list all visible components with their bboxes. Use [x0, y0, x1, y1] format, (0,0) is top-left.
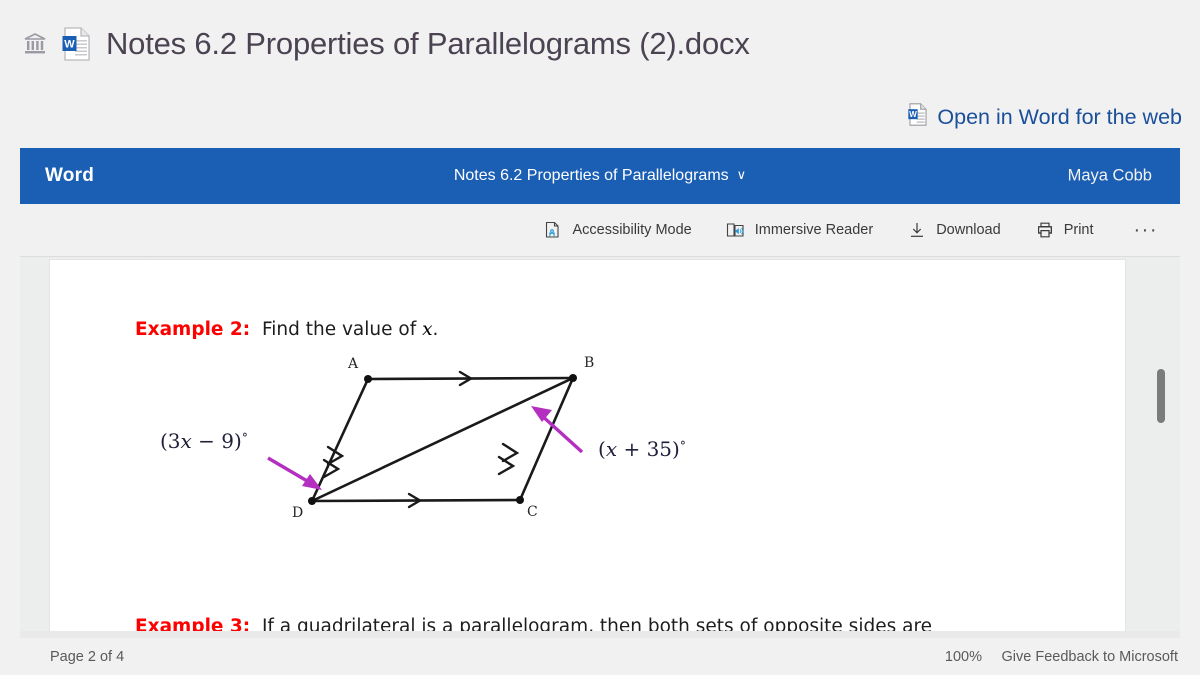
side-ad: [310, 377, 370, 503]
zoom-level[interactable]: 100%: [945, 649, 982, 665]
vertex-label-d: D: [292, 505, 304, 521]
example-2-heading: Example 2: Find the value of x.: [135, 318, 438, 340]
vertex-d-dot: [308, 497, 316, 505]
print-label: Print: [1063, 222, 1094, 238]
angle-right-op: + 35): [617, 437, 680, 461]
accessibility-mode-button[interactable]: Accessibility Mode: [543, 220, 692, 240]
status-bar: Page 2 of 4 100% Give Feedback to Micros…: [0, 638, 1200, 675]
example-2-text-before: Find the value of: [261, 319, 423, 340]
page-indicator: Page 2 of 4: [50, 648, 125, 665]
svg-text:W: W: [64, 39, 75, 51]
vertical-scrollbar[interactable]: [1154, 257, 1170, 634]
user-name-label[interactable]: Maya Cobb: [1068, 167, 1152, 186]
museum-bank-icon: [22, 31, 48, 57]
immersive-reader-button[interactable]: Immersive Reader: [726, 220, 873, 240]
immersive-reader-icon: [726, 220, 746, 240]
svg-text:W: W: [910, 110, 918, 119]
print-icon: [1035, 220, 1055, 240]
immersive-reader-label: Immersive Reader: [754, 222, 874, 238]
open-in-word-label: Open in Word for the web: [937, 104, 1182, 129]
side-bc: [518, 376, 575, 502]
tick-marker-bc-1: [501, 442, 520, 463]
angle-left-degree: °: [241, 431, 248, 445]
horizontal-scrollbar-thumb[interactable]: [44, 631, 384, 638]
download-icon: [907, 220, 927, 240]
angle-right-open: (: [598, 437, 606, 461]
angle-left-open: (3: [160, 429, 181, 453]
chevron-down-icon: ∨: [736, 167, 747, 182]
word-document-icon: W: [908, 103, 928, 131]
word-brand-label[interactable]: Word: [45, 165, 94, 187]
parallelogram-diagram: A B C D (3x − 9)° (x + 35)°: [150, 352, 730, 532]
window-titlebar: W Notes 6.2 Properties of Parallelograms…: [0, 0, 1200, 88]
horizontal-scrollbar[interactable]: [20, 631, 1180, 638]
vertex-b-dot: [569, 374, 577, 382]
angle-left-variable: x: [180, 429, 192, 453]
document-title-label: Notes 6.2 Properties of Parallelograms: [453, 167, 729, 184]
accessibility-mode-label: Accessibility Mode: [572, 222, 692, 238]
word-online-viewer: W Notes 6.2 Properties of Parallelograms…: [0, 0, 1200, 675]
angle-label-left: (3x − 9)°: [160, 429, 248, 453]
print-button[interactable]: Print: [1035, 220, 1094, 240]
example-2-text-after: .: [432, 319, 439, 340]
download-button[interactable]: Download: [907, 220, 1001, 240]
example-2-variable: x: [422, 319, 433, 340]
vertex-c-dot: [516, 496, 524, 504]
angle-right-degree: °: [679, 439, 686, 453]
accessibility-mode-icon: [543, 220, 563, 240]
download-label: Download: [936, 222, 1001, 238]
vertex-a-dot: [364, 375, 372, 383]
annotation-arrow-left: [267, 456, 322, 490]
angle-label-right: (x + 35)°: [598, 437, 686, 461]
example-2-tag: Example 2:: [135, 319, 251, 340]
page-title: Notes 6.2 Properties of Parallelograms (…: [106, 26, 750, 61]
word-app-bar: Word Notes 6.2 Properties of Parallelogr…: [20, 148, 1180, 204]
give-feedback-link[interactable]: Give Feedback to Microsoft: [1002, 649, 1179, 665]
vertex-label-b: B: [584, 355, 595, 371]
diagonal-db: [310, 376, 575, 503]
angle-left-op: − 9): [191, 429, 242, 453]
document-title-menu[interactable]: Notes 6.2 Properties of Parallelograms ∨: [20, 167, 1180, 185]
more-options-button[interactable]: ···: [1134, 220, 1158, 240]
vertical-scrollbar-thumb[interactable]: [1157, 369, 1165, 423]
viewer-command-bar: Accessibility Mode Immersive Reader Down…: [20, 204, 1180, 256]
document-page: Example 2: Find the value of x. A B C D …: [50, 260, 1125, 634]
document-viewer: Example 2: Find the value of x. A B C D …: [20, 256, 1180, 634]
angle-right-variable: x: [605, 437, 618, 461]
side-dc: [310, 498, 522, 503]
word-document-icon: W: [62, 27, 92, 61]
open-in-word-link[interactable]: W Open in Word for the web: [908, 103, 1182, 131]
vertex-label-c: C: [527, 504, 538, 520]
vertex-label-a: A: [348, 356, 359, 372]
